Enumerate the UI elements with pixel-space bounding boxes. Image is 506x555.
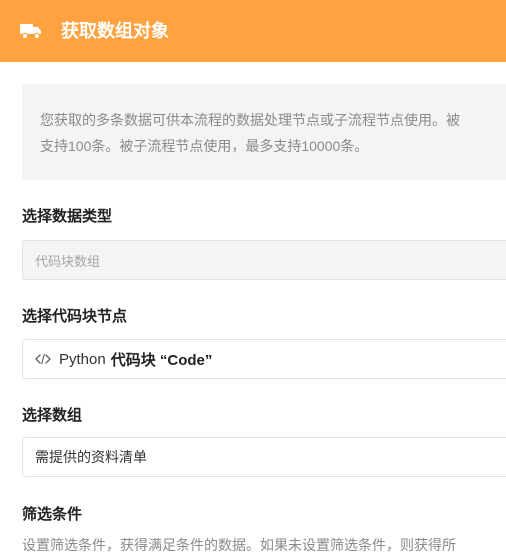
filter-description: 设置筛选条件，获得满足条件的数据。如果未设置筛选条件，则获得所 [22,537,456,553]
code-node-label: 选择代码块节点 [22,308,128,325]
code-icon [35,353,51,365]
truck-icon [20,24,41,39]
notice-line-2: 支持100条。被子流程节点使用，最多支持10000条。 [40,138,369,154]
info-notice: 您获取的多条数据可供本流程的数据处理节点或子流程节点使用。被 支持100条。被子… [22,84,506,180]
array-select[interactable]: 需提供的资料清单 [22,437,506,477]
array-value: 需提供的资料清单 [35,449,147,465]
data-type-label: 选择数据类型 [22,208,113,225]
code-node-name: 代码块 “Code” [110,351,213,369]
data-type-select: 代码块数组 [22,240,506,280]
panel-title: 获取数组对象 [61,21,169,41]
data-type-value: 代码块数组 [35,253,101,269]
filter-label: 筛选条件 [22,506,83,523]
code-node-language: Python [59,350,106,368]
code-node-select[interactable]: Python 代码块 “Code” [22,339,506,379]
panel-header: 获取数组对象 [0,0,506,62]
notice-line-1: 您获取的多条数据可供本流程的数据处理节点或子流程节点使用。被 [40,112,460,128]
get-array-object-panel: 获取数组对象 您获取的多条数据可供本流程的数据处理节点或子流程节点使用。被 支持… [0,0,506,555]
array-label: 选择数组 [22,407,83,424]
